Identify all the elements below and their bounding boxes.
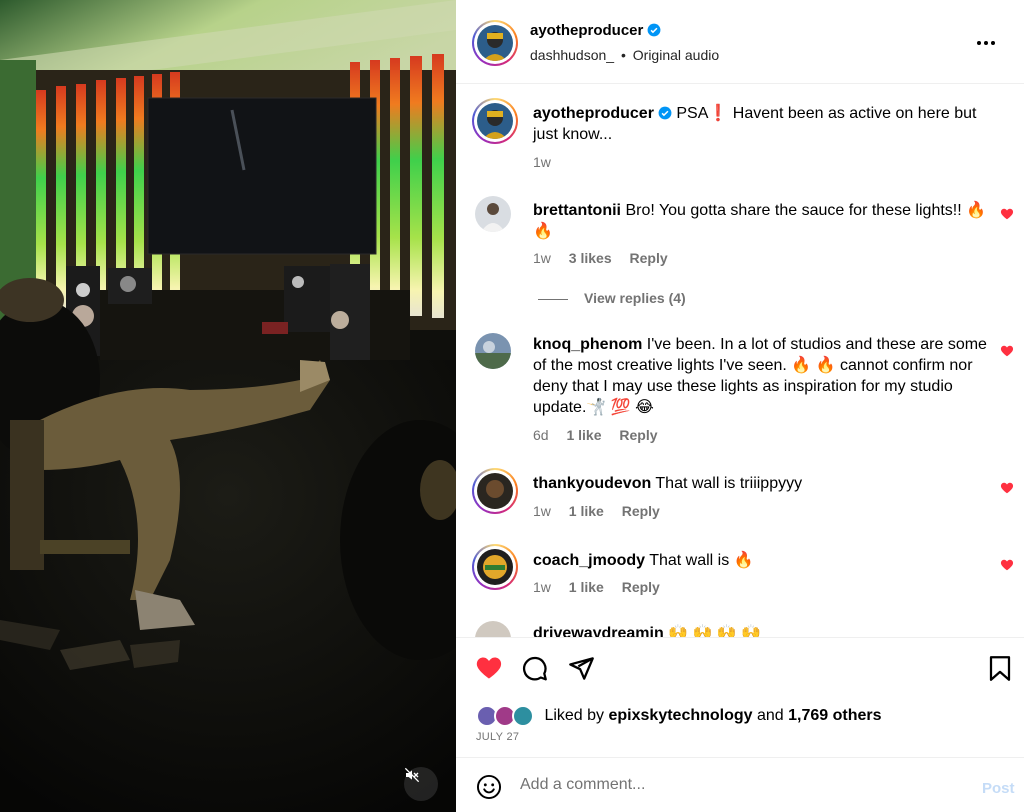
commenter-avatar-image (475, 333, 511, 369)
comment-text: thankyoudevon That wall is triiippyyy (533, 473, 993, 494)
caption-avatar[interactable] (472, 98, 518, 144)
post-media-video[interactable] (0, 0, 456, 812)
comment-username[interactable]: drivewaydreamin (533, 625, 664, 637)
view-replies-label: View replies (4) (584, 290, 686, 306)
comment-time[interactable]: 1w (533, 250, 551, 266)
comment-avatar[interactable] (472, 544, 518, 590)
commenter-avatar-image (475, 196, 511, 232)
comment-likes[interactable]: 1 like (569, 579, 604, 595)
comment-meta: 1w 1 like Reply (533, 579, 674, 595)
comment-username[interactable]: coach_jmoody (533, 552, 645, 569)
comment-likes[interactable]: 1 like (569, 503, 604, 519)
author-avatar[interactable] (472, 20, 518, 66)
caption: ayotheproducer PSA❗ Havent been as activ… (456, 85, 1024, 175)
caption-text: ayotheproducer PSA❗ Havent been as activ… (533, 103, 993, 145)
post-date[interactable]: JULY 27 (476, 731, 519, 743)
likes-summary: Liked by epixskytechnology and 1,769 oth… (476, 705, 882, 727)
mute-toggle-button[interactable] (404, 767, 438, 801)
comment-avatar[interactable] (475, 196, 511, 232)
liked-by-user[interactable]: epixskytechnology (609, 707, 753, 724)
reply-button[interactable]: Reply (619, 427, 657, 443)
heart-icon[interactable] (474, 654, 504, 682)
comment-item: coach_jmoody That wall is 🔥 1w 1 like Re… (456, 537, 1024, 613)
comment-text: brettantonii Bro! You gotta share the sa… (533, 200, 993, 242)
audio-attribution: dashhudson_ • Original audio (530, 47, 719, 63)
reply-button[interactable]: Reply (622, 503, 660, 519)
comment-like-heart-icon[interactable] (1000, 344, 1014, 358)
emoji-icon[interactable] (476, 774, 502, 800)
comment-likes[interactable]: 1 like (566, 427, 601, 443)
liked-by-prefix: Liked by (544, 707, 605, 725)
comment-username[interactable]: thankyoudevon (533, 475, 651, 492)
view-replies-button[interactable]: View replies (4) (538, 290, 686, 306)
audio-separator: • (620, 47, 626, 63)
comment-like-heart-icon[interactable] (1000, 481, 1014, 495)
comment-body: 🙌 🙌 🙌 🙌 (668, 625, 762, 637)
comment-item: brettantonii Bro! You gotta share the sa… (456, 180, 1024, 306)
post-actions: Liked by epixskytechnology and 1,769 oth… (456, 637, 1024, 757)
audio-label-link[interactable]: Original audio (633, 47, 719, 63)
caption-meta: 1w (533, 154, 565, 170)
more-options-button[interactable] (974, 33, 998, 53)
comment-meta: 1w 3 likes Reply (533, 250, 682, 266)
comment-meta: 1w 1 like Reply (533, 503, 674, 519)
author-avatar-image (477, 25, 513, 61)
comment-item: thankyoudevon That wall is triiippyyy 1w… (456, 460, 1024, 536)
audio-user-link[interactable]: dashhudson_ (530, 47, 614, 63)
verified-badge-icon (658, 106, 672, 120)
comment-meta: 6d 1 like Reply (533, 427, 672, 443)
comment-text: drivewaydreamin 🙌 🙌 🙌 🙌 (533, 623, 993, 637)
comment-username[interactable]: knoq_phenom (533, 336, 642, 353)
comment-body: That wall is 🔥 (649, 552, 754, 569)
comment-avatar[interactable] (475, 333, 511, 369)
commenter-avatar-image (477, 549, 513, 585)
comment-composer: Post (456, 757, 1024, 812)
comment-avatar[interactable] (472, 468, 518, 514)
post-header: ayotheproducer dashhudson_ • Original au… (456, 0, 1024, 84)
post-comment-button[interactable]: Post (982, 780, 1015, 797)
comments-list[interactable]: ayotheproducer PSA❗ Havent been as activ… (456, 85, 1024, 637)
comment-avatar[interactable] (475, 621, 511, 637)
comment-item: knoq_phenom I've been. In a lot of studi… (456, 317, 1024, 447)
reply-button[interactable]: Reply (630, 250, 668, 266)
bookmark-icon[interactable] (988, 655, 1012, 682)
author-username[interactable]: ayotheproducer (530, 22, 643, 39)
comment-time[interactable]: 1w (533, 579, 551, 595)
comment-username[interactable]: brettantonii (533, 202, 621, 219)
comment-text: coach_jmoody That wall is 🔥 (533, 550, 993, 571)
liker-avatar (512, 705, 534, 727)
comment-input[interactable] (520, 773, 940, 797)
replies-divider (538, 298, 568, 300)
studio-scene-image (0, 0, 456, 812)
more-options-icon (977, 41, 995, 45)
comment-icon[interactable] (521, 655, 548, 682)
post-details-panel: ayotheproducer dashhudson_ • Original au… (456, 0, 1024, 812)
comment-body: That wall is triiippyyy (655, 475, 803, 492)
comment-likes[interactable]: 3 likes (569, 250, 612, 266)
comment-item: drivewaydreamin 🙌 🙌 🙌 🙌 (456, 619, 1024, 637)
commenter-avatar-image (477, 473, 513, 509)
share-icon[interactable] (568, 655, 595, 682)
muted-speaker-icon (404, 767, 420, 783)
reply-button[interactable]: Reply (622, 579, 660, 595)
caption-time[interactable]: 1w (533, 154, 551, 170)
liked-by-connector: and (757, 707, 784, 725)
verified-badge-icon (647, 23, 661, 37)
liked-by-others[interactable]: 1,769 others (788, 707, 881, 724)
likers-avatars[interactable] (476, 705, 538, 727)
comment-time[interactable]: 6d (533, 427, 549, 443)
comment-time[interactable]: 1w (533, 503, 551, 519)
comment-like-heart-icon[interactable] (1000, 558, 1014, 572)
commenter-avatar-image (475, 621, 511, 637)
caption-username[interactable]: ayotheproducer (533, 105, 654, 122)
comment-like-heart-icon[interactable] (1000, 207, 1014, 221)
comment-text: knoq_phenom I've been. In a lot of studi… (533, 334, 993, 418)
caption-avatar-image (477, 103, 513, 139)
